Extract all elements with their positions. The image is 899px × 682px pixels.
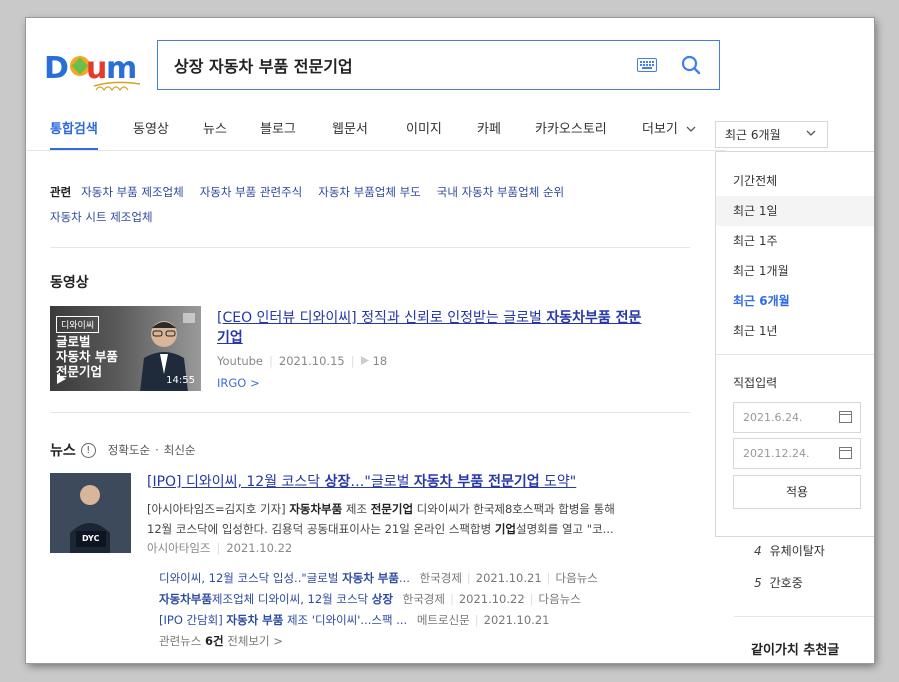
tab-webdoc[interactable]: 웹문서 — [332, 118, 368, 137]
svg-text:D: D — [44, 51, 69, 86]
related-link[interactable]: 자동차 시트 제조업체 — [50, 210, 153, 224]
video-meta: Youtube | 2021.10.15 | 18 — [217, 354, 388, 368]
related-label: 관련 — [50, 185, 72, 199]
custom-range-label: 직접입력 — [733, 376, 778, 390]
thumb-caption: 글로벌 자동차 부품 전문기업 — [56, 334, 118, 379]
related-link[interactable]: 자동차 부품 관련주식 — [200, 185, 303, 199]
period-option[interactable]: 기간전체 — [716, 166, 874, 196]
chevron-down-icon — [806, 130, 816, 136]
tab-integrated[interactable]: 통합검색 — [50, 118, 98, 137]
tabs-divider — [26, 150, 726, 151]
youtube-icon — [183, 313, 195, 323]
period-select[interactable]: 최근 6개월 — [715, 121, 828, 148]
related-searches: 관련 자동차 부품 제조업체 자동차 부품 관련주식 자동차 부품업체 부도 국내 자동… — [50, 180, 690, 230]
period-option[interactable]: 최근 1주 — [716, 226, 874, 256]
browser-viewport: D u m 통합검색 동영상 뉴스 블로그 웹문서 이미지 카페 카카오스토리 … — [26, 18, 874, 663]
sort-latest[interactable]: 최신순 — [164, 442, 196, 458]
search-tabs: 통합검색 동영상 뉴스 블로그 웹문서 이미지 카페 카카오스토리 더보기 — [26, 118, 726, 152]
news-thumb-label: DYC — [82, 534, 100, 543]
search-input[interactable] — [158, 41, 637, 89]
daum-logo[interactable]: D u m — [44, 46, 148, 94]
period-dropdown: 기간전체 최근 1일 최근 1주 최근 1개월 최근 6개월 최근 1년 직접입… — [715, 151, 874, 537]
period-select-value: 최근 6개월 — [725, 128, 781, 142]
apply-button[interactable]: 적용 — [733, 475, 861, 509]
tab-cafe[interactable]: 카페 — [477, 118, 501, 137]
video-section-title: 동영상 — [50, 275, 89, 291]
news-thumbnail[interactable]: DYC — [50, 473, 131, 553]
divider — [50, 247, 690, 248]
thumb-tag: 디와이씨 — [56, 316, 100, 333]
calendar-icon[interactable] — [839, 447, 852, 459]
svg-text:u: u — [86, 51, 107, 86]
news-header: 뉴스 ! 정확도순 · 최신순 — [50, 440, 196, 460]
tab-news[interactable]: 뉴스 — [203, 118, 227, 137]
news-meta: 아시아타임즈 | 2021.10.22 — [147, 541, 293, 555]
info-icon[interactable]: ! — [80, 442, 96, 458]
news-section-title: 뉴스 — [50, 443, 76, 459]
period-option[interactable]: 최근 1일 — [716, 196, 874, 226]
related-link[interactable]: 국내 자동차 부품업체 순위 — [437, 185, 564, 199]
period-option[interactable]: 최근 1개월 — [716, 256, 874, 286]
tab-kakaostory[interactable]: 카카오스토리 — [535, 118, 607, 137]
end-date-field[interactable]: 2021.12.24. — [733, 438, 861, 469]
tab-video[interactable]: 동영상 — [133, 118, 169, 137]
search-box — [157, 40, 720, 90]
search-icon[interactable] — [681, 55, 701, 75]
svg-text:m: m — [106, 51, 137, 86]
play-count-icon — [360, 356, 369, 365]
video-thumbnail[interactable]: 디와이씨 글로벌 자동차 부품 전문기업 14:55 — [50, 306, 201, 391]
calendar-icon[interactable] — [839, 411, 852, 423]
news-description: [아시아타임즈=김지호 기자] 자동차부품 제조 전문기업 디와이씨가 한국제8… — [147, 502, 615, 536]
period-option[interactable]: 최근 1년 — [716, 316, 874, 346]
related-news-item[interactable]: 디와이씨, 12월 코스닥 입성.."글로벌 자동차 부품... 한국경제 | 20… — [159, 568, 699, 589]
tab-more[interactable]: 더보기 — [642, 118, 696, 137]
tab-image[interactable]: 이미지 — [406, 118, 442, 137]
chevron-down-icon — [686, 126, 696, 132]
sort-separator: · — [155, 443, 159, 457]
video-title-link[interactable]: [CEO 인터뷰 디와이씨] 정직과 신뢰로 인정받는 글로벌 자동차부품 전문… — [217, 308, 697, 348]
play-icon — [57, 374, 66, 384]
divider — [50, 412, 690, 413]
news-title-link[interactable]: [IPO] 디와이씨, 12월 코스닥 상장…"글로벌 자동차 부품 전문기업 … — [147, 471, 576, 491]
rank-item[interactable]: 5 간호중 — [754, 574, 803, 591]
video-channel-link[interactable]: IRGO > — [217, 376, 260, 390]
start-date-field[interactable]: 2021.6.24. — [733, 402, 861, 433]
related-news-item[interactable]: 자동차부품제조업체 디와이씨, 12월 코스닥 상장 한국경제 | 2021.10.… — [159, 589, 699, 610]
sidebar-section-title: 같이가치 추천글 — [751, 643, 840, 658]
related-link[interactable]: 자동차 부품업체 부도 — [318, 185, 421, 199]
period-option-selected[interactable]: 최근 6개월 — [716, 286, 874, 316]
keyboard-icon[interactable] — [637, 58, 657, 72]
tab-blog[interactable]: 블로그 — [260, 118, 296, 137]
related-news-more-link[interactable]: 관련뉴스 6건 전체보기 > — [159, 631, 699, 652]
sort-accuracy[interactable]: 정확도순 — [108, 442, 150, 458]
related-news-list: 디와이씨, 12월 코스닥 입성.."글로벌 자동차 부품... 한국경제 | 20… — [159, 568, 699, 652]
divider — [734, 616, 874, 617]
video-duration: 14:55 — [166, 375, 195, 386]
dropdown-divider — [716, 354, 874, 355]
related-link[interactable]: 자동차 부품 제조업체 — [81, 185, 184, 199]
related-news-item[interactable]: [IPO 간담회] 자동차 부품 제조 '디와이씨'...스팩 ... 메트로신… — [159, 610, 699, 631]
rank-item[interactable]: 4 유체이탈자 — [754, 542, 825, 559]
